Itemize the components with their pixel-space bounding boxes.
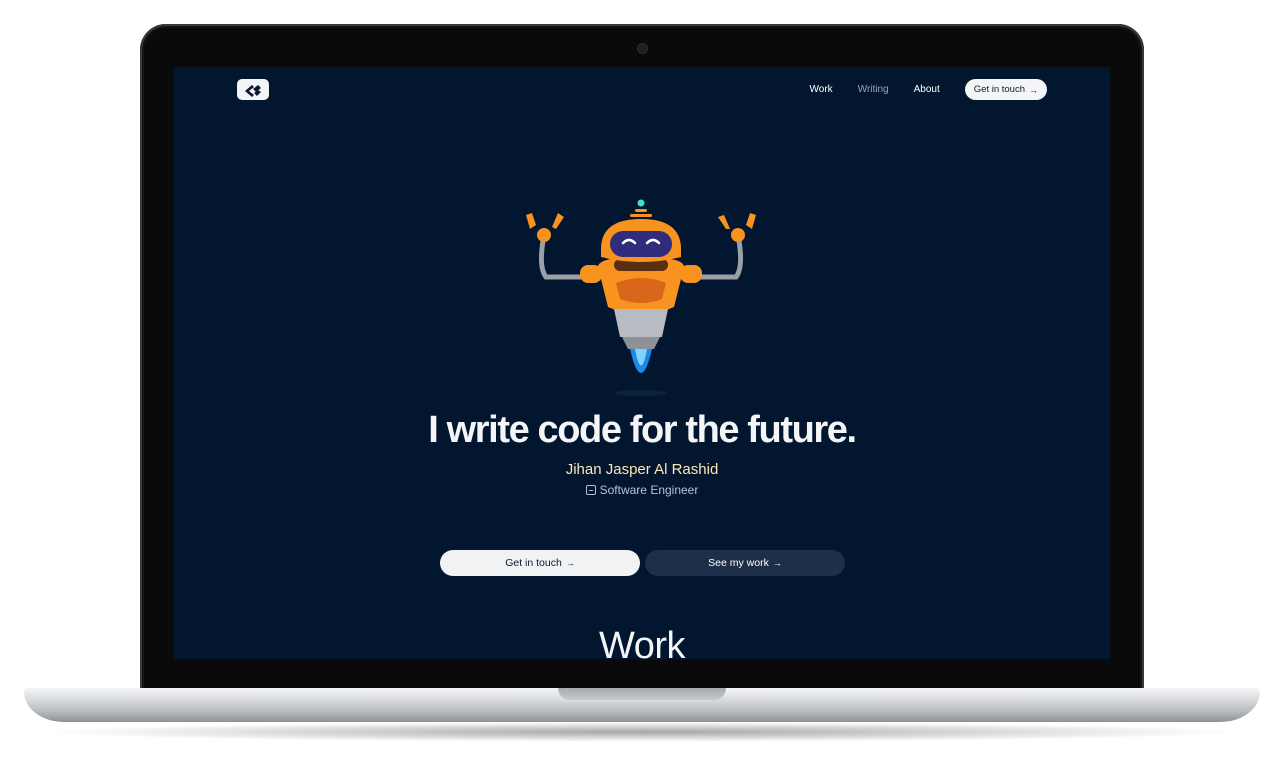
work-section-title: Work bbox=[599, 625, 685, 659]
brand-logo-icon[interactable] bbox=[237, 79, 269, 100]
get-in-touch-button[interactable]: Get in touch → bbox=[440, 550, 640, 576]
laptop-shadow bbox=[40, 722, 1244, 742]
robot-mascot-illustration bbox=[526, 199, 756, 396]
hero-role: Software Engineer bbox=[174, 483, 1110, 497]
website-screen: Work Writing About Get in touch → I writ… bbox=[174, 67, 1110, 659]
brand-logo-mark bbox=[245, 84, 261, 97]
nav-get-in-touch-button[interactable]: Get in touch → bbox=[964, 79, 1047, 100]
top-navigation: Work Writing About Get in touch → bbox=[810, 79, 1047, 100]
see-my-work-label: See my work bbox=[708, 557, 769, 569]
nav-link-about[interactable]: About bbox=[914, 84, 940, 95]
hero-role-label: Software Engineer bbox=[599, 483, 699, 497]
laptop-notch bbox=[558, 688, 726, 700]
arrow-right-icon: → bbox=[1029, 84, 1038, 95]
nav-cta-label: Get in touch bbox=[973, 84, 1025, 95]
arrow-right-icon: → bbox=[772, 558, 782, 568]
code-icon bbox=[585, 485, 596, 495]
camera-icon bbox=[638, 44, 647, 53]
hero-headline: I write code for the future. bbox=[428, 409, 857, 451]
nav-link-work[interactable]: Work bbox=[810, 84, 833, 95]
see-my-work-button[interactable]: See my work → bbox=[645, 550, 845, 576]
arrow-right-icon: → bbox=[565, 558, 575, 568]
hero-name: Jihan Jasper Al Rashid bbox=[565, 461, 719, 478]
get-in-touch-label: Get in touch bbox=[505, 557, 562, 569]
nav-link-writing[interactable]: Writing bbox=[858, 84, 889, 95]
